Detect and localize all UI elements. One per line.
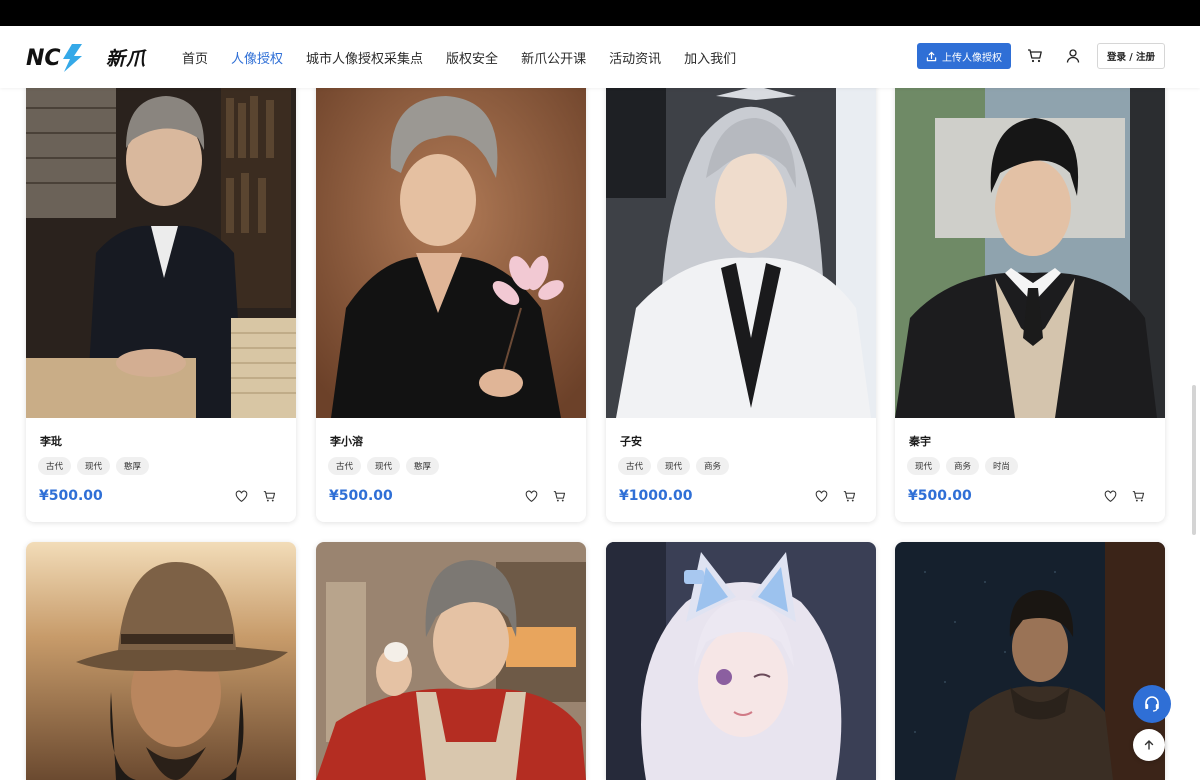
tag[interactable]: 古代 [328,457,362,475]
upload-icon [926,51,937,61]
upload-portrait-button[interactable]: 上传人像授权 [917,43,1011,69]
logo-mark-icon: NC [26,44,82,72]
tag[interactable]: 商务 [696,457,730,475]
favorite-button[interactable] [813,488,829,504]
portrait-card[interactable]: 子安 古代 现代 商务 ¥1000.00 [606,78,876,522]
tag[interactable]: 憨厚 [406,457,440,475]
tag[interactable]: 古代 [618,457,652,475]
card-body: 李小溶 古代 现代 憨厚 ¥500.00 [316,418,586,522]
site-header: NC 新爪 首页 人像授权 城市人像授权采集点 版权安全 新爪公开课 活动资讯 … [0,26,1200,88]
cart-icon [1028,49,1042,63]
tag-list: 古代 现代 憨厚 [328,457,440,475]
portrait-image[interactable] [895,78,1165,418]
tag[interactable]: 憨厚 [116,457,150,475]
portrait-image[interactable] [606,542,876,780]
nav-item-copyright-security[interactable]: 版权安全 [446,48,498,67]
price: ¥500.00 [329,488,393,504]
nav-item-news[interactable]: 活动资讯 [609,48,661,67]
tag[interactable]: 现代 [77,457,111,475]
nav-item-home[interactable]: 首页 [182,48,208,67]
top-black-bar [0,0,1200,26]
cart-button[interactable] [1025,46,1045,66]
user-icon [1066,49,1080,63]
nav-item-open-courses[interactable]: 新爪公开课 [521,48,586,67]
portrait-card[interactable]: 秦宇 现代 商务 时尚 ¥500.00 [895,78,1165,522]
card-body: 秦宇 现代 商务 时尚 ¥500.00 [895,418,1165,522]
model-name: 子安 [620,435,642,448]
cart-icon [1132,490,1144,501]
heart-icon [525,490,537,502]
logo[interactable]: NC 新爪 [24,40,146,74]
card-body: 子安 古代 现代 商务 ¥1000.00 [606,418,876,522]
tag[interactable]: 现代 [367,457,401,475]
arrow-up-icon [1144,740,1154,750]
favorite-button[interactable] [233,488,249,504]
customer-service-button[interactable] [1133,685,1171,723]
cart-icon [553,490,565,501]
logo-text: 新爪 [106,47,147,70]
portrait-image[interactable] [316,78,586,418]
user-button[interactable] [1063,46,1083,66]
heart-icon [815,490,827,502]
add-to-cart-button[interactable] [1130,488,1146,504]
scrollbar[interactable] [1192,385,1196,535]
nav-item-city-collection-points[interactable]: 城市人像授权采集点 [306,48,423,67]
portrait-card[interactable] [316,542,586,780]
card-body: 李玭 古代 现代 憨厚 ¥500.00 [26,418,296,522]
add-to-cart-button[interactable] [841,488,857,504]
portrait-image[interactable] [316,542,586,780]
portrait-card[interactable] [606,542,876,780]
tag-list: 现代 商务 时尚 [907,457,1019,475]
portrait-image[interactable] [606,78,876,418]
tag[interactable]: 商务 [946,457,980,475]
svg-text:NC: NC [26,46,61,71]
tag-list: 古代 现代 商务 [618,457,730,475]
tag[interactable]: 现代 [907,457,941,475]
login-register-button[interactable]: 登录 / 注册 [1097,43,1165,69]
favorite-button[interactable] [523,488,539,504]
portrait-image[interactable] [26,78,296,418]
price: ¥500.00 [39,488,103,504]
cart-icon [263,490,275,501]
cart-icon [843,490,855,501]
favorite-button[interactable] [1102,488,1118,504]
price: ¥500.00 [908,488,972,504]
tag[interactable]: 现代 [657,457,691,475]
portrait-card[interactable]: 李小溶 古代 现代 憨厚 ¥500.00 [316,78,586,522]
nav-item-portrait-license[interactable]: 人像授权 [231,48,283,67]
portrait-card[interactable] [895,542,1165,780]
add-to-cart-button[interactable] [261,488,277,504]
back-to-top-button[interactable] [1133,729,1165,761]
tag[interactable]: 时尚 [985,457,1019,475]
model-name: 秦宇 [909,435,931,448]
heart-icon [235,490,247,502]
portrait-card[interactable] [26,542,296,780]
main-nav: 首页 人像授权 城市人像授权采集点 版权安全 新爪公开课 活动资讯 加入我们 [182,26,759,88]
tag-list: 古代 现代 憨厚 [38,457,150,475]
model-name: 李玭 [40,435,62,448]
price: ¥1000.00 [619,488,693,504]
tag[interactable]: 古代 [38,457,72,475]
portrait-image[interactable] [26,542,296,780]
nav-item-join-us[interactable]: 加入我们 [684,48,736,67]
upload-button-label: 上传人像授权 [942,52,1002,64]
model-name: 李小溶 [330,435,363,448]
headset-icon [1145,696,1159,712]
heart-icon [1104,490,1116,502]
portrait-image[interactable] [895,542,1165,780]
add-to-cart-button[interactable] [551,488,567,504]
portrait-card[interactable]: 李玭 古代 现代 憨厚 ¥500.00 [26,78,296,522]
